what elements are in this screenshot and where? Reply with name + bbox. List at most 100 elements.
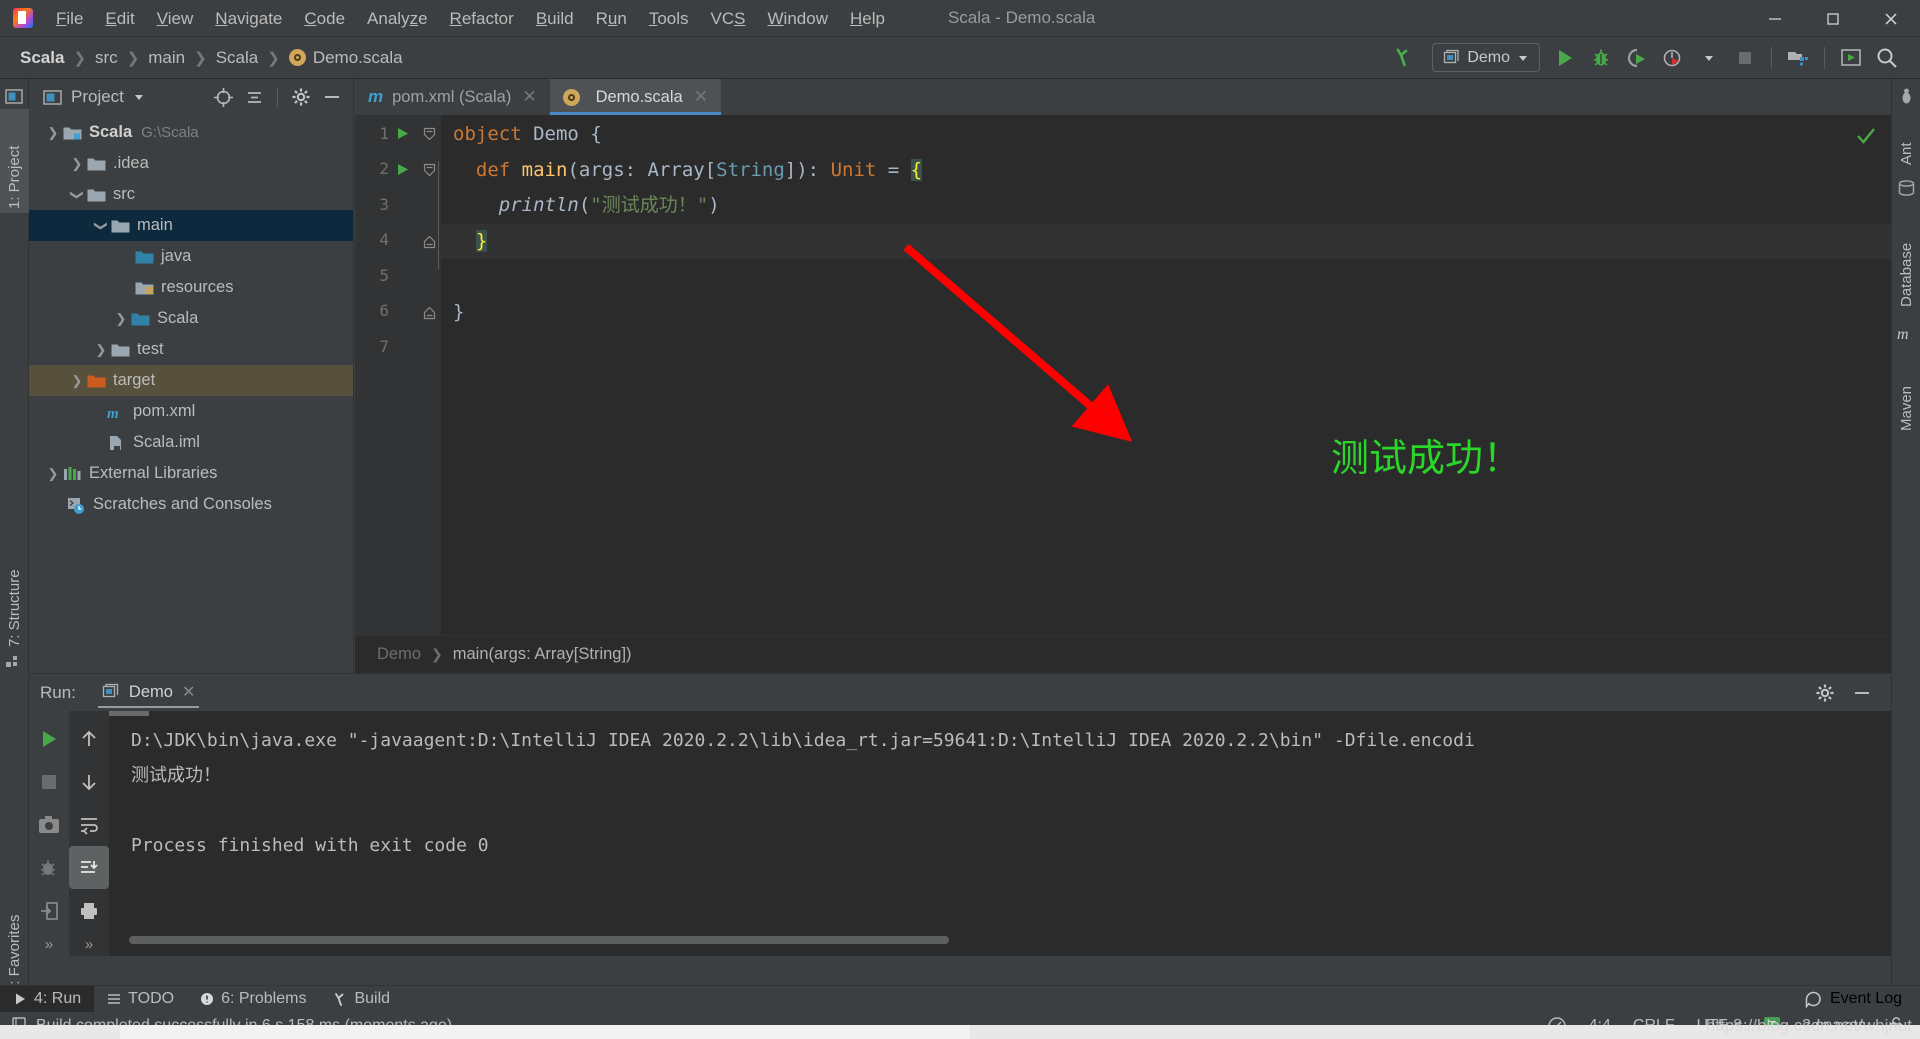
menu-item-refactor[interactable]: Refactor bbox=[439, 6, 525, 31]
menu-item-tools[interactable]: Tools bbox=[638, 6, 700, 31]
gear-icon[interactable] bbox=[287, 84, 314, 111]
chevron-right-icon[interactable]: ❯ bbox=[67, 156, 87, 172]
sidebar-item-database[interactable]: Database bbox=[1892, 201, 1920, 311]
run-with-coverage-button[interactable] bbox=[1620, 41, 1654, 75]
more-actions-icon[interactable]: » bbox=[29, 932, 69, 953]
soft-wrap-icon[interactable] bbox=[69, 803, 109, 846]
tree-node-main[interactable]: ❯ main bbox=[29, 210, 353, 241]
menu-item-build[interactable]: Build bbox=[525, 6, 585, 31]
rerun-icon[interactable] bbox=[29, 717, 69, 760]
menu-item-help[interactable]: Help bbox=[839, 6, 896, 31]
scroll-up-icon[interactable] bbox=[69, 717, 109, 760]
debug-dim-icon[interactable] bbox=[29, 846, 69, 889]
updates-button[interactable] bbox=[1834, 41, 1868, 75]
breadcrumb-item-src[interactable]: src bbox=[95, 48, 118, 68]
menu-item-analyze[interactable]: Analyze bbox=[356, 6, 439, 31]
export-icon[interactable] bbox=[29, 889, 69, 932]
menu-item-view[interactable]: View bbox=[146, 6, 205, 31]
scroll-down-icon[interactable] bbox=[69, 760, 109, 803]
project-view-dropdown-icon[interactable] bbox=[133, 91, 145, 103]
project-structure-button[interactable] bbox=[1781, 41, 1815, 75]
screenshot-icon[interactable] bbox=[29, 803, 69, 846]
bottom-tab-problems[interactable]: 6: Problems bbox=[187, 986, 319, 1013]
code-editor[interactable]: 1 2 3 4 5 6 7 object Demo {def main(arg… bbox=[355, 115, 1891, 635]
console-scroll-indicator[interactable] bbox=[109, 711, 149, 716]
chevron-down-icon[interactable]: ❯ bbox=[93, 216, 109, 236]
more-actions-icon[interactable]: » bbox=[69, 932, 109, 953]
fold-end-icon[interactable] bbox=[423, 307, 436, 320]
tree-node-scala-src[interactable]: ❯ Scala bbox=[29, 303, 353, 334]
run-button[interactable] bbox=[1548, 41, 1582, 75]
chevron-right-icon[interactable]: ❯ bbox=[67, 373, 87, 389]
minimize-button[interactable] bbox=[1746, 0, 1804, 37]
bottom-tab-build[interactable]: Build bbox=[319, 986, 403, 1013]
menu-item-run[interactable]: Run bbox=[585, 6, 638, 31]
stop-button[interactable] bbox=[1728, 41, 1762, 75]
breadcrumb-method[interactable]: main(args: Array[String]) bbox=[453, 645, 632, 664]
close-button[interactable] bbox=[1862, 0, 1920, 37]
bottom-tab-run[interactable]: 4: Run bbox=[0, 985, 95, 1013]
gear-icon[interactable] bbox=[1811, 679, 1838, 706]
menu-item-edit[interactable]: Edit bbox=[94, 6, 145, 31]
sidebar-item-maven[interactable]: Maven bbox=[1892, 349, 1920, 435]
fold-collapse-icon[interactable] bbox=[423, 127, 436, 141]
tree-node-scala-root[interactable]: ❯ Scala G:\Scala bbox=[29, 117, 353, 148]
profiler-button[interactable] bbox=[1656, 41, 1690, 75]
tree-node-scala-iml[interactable]: Scala.iml bbox=[29, 427, 353, 458]
inspection-ok-icon[interactable] bbox=[1855, 125, 1877, 147]
maximize-button[interactable] bbox=[1804, 0, 1862, 37]
chevron-right-icon[interactable]: ❯ bbox=[91, 342, 111, 358]
tree-node-src[interactable]: ❯ src bbox=[29, 179, 353, 210]
editor-gutter[interactable]: 1 2 3 4 5 6 7 bbox=[355, 115, 441, 635]
editor-tab-demo-scala[interactable]: Demo.scala ✕ bbox=[549, 79, 722, 115]
chevron-right-icon[interactable]: ❯ bbox=[43, 466, 63, 482]
code-text[interactable]: object Demo { def main(args: Array[Strin… bbox=[441, 115, 1891, 635]
close-tab-icon[interactable]: ✕ bbox=[522, 87, 536, 107]
tree-node-pom-xml[interactable]: m pom.xml bbox=[29, 396, 353, 427]
collapse-all-icon[interactable] bbox=[241, 84, 268, 111]
breadcrumb-item-project[interactable]: Scala bbox=[20, 48, 64, 68]
hide-panel-icon[interactable] bbox=[318, 84, 345, 111]
sidebar-item-ant[interactable]: Ant bbox=[1892, 109, 1920, 169]
run-gutter-icon[interactable] bbox=[395, 162, 410, 177]
chevron-down-icon[interactable]: ❯ bbox=[69, 185, 85, 205]
bottom-tab-todo[interactable]: TODO bbox=[94, 986, 187, 1013]
chevron-down-icon[interactable]: ❯ bbox=[43, 125, 63, 141]
run-console-output[interactable]: D:\JDK\bin\java.exe "-javaagent:D:\Intel… bbox=[109, 711, 1891, 956]
console-horizontal-scrollbar[interactable] bbox=[129, 936, 949, 944]
print-icon[interactable] bbox=[69, 889, 109, 932]
tree-node-target[interactable]: ❯ target bbox=[29, 365, 353, 396]
scroll-to-end-icon[interactable] bbox=[69, 846, 109, 889]
close-run-tab-icon[interactable]: ✕ bbox=[182, 682, 195, 702]
run-configuration-selector[interactable]: Demo bbox=[1432, 43, 1540, 72]
breadcrumb-object[interactable]: Demo bbox=[377, 645, 421, 664]
tree-node-idea[interactable]: ❯ .idea bbox=[29, 148, 353, 179]
breadcrumb-item-main[interactable]: main bbox=[148, 48, 185, 68]
fold-collapse-icon[interactable] bbox=[423, 163, 436, 177]
breadcrumb-item-scala[interactable]: Scala bbox=[216, 48, 259, 68]
profiler-dropdown-icon[interactable] bbox=[1692, 41, 1726, 75]
menu-item-navigate[interactable]: Navigate bbox=[204, 6, 293, 31]
fold-end-icon[interactable] bbox=[423, 236, 436, 249]
menu-item-code[interactable]: Code bbox=[293, 6, 356, 31]
menu-item-vcs[interactable]: VCS bbox=[700, 6, 757, 31]
menu-item-window[interactable]: Window bbox=[757, 6, 839, 31]
run-gutter-icon[interactable] bbox=[395, 126, 410, 141]
tree-node-external-libraries[interactable]: ❯ External Libraries bbox=[29, 458, 353, 489]
sidebar-item-structure[interactable]: 7: Structure bbox=[0, 535, 29, 651]
tree-node-java[interactable]: java bbox=[29, 241, 353, 272]
sidebar-item-project[interactable]: 1: Project bbox=[0, 109, 29, 213]
sidebar-item-favorites[interactable]: 2: Favorites bbox=[0, 879, 29, 997]
run-tab-demo[interactable]: Demo ✕ bbox=[92, 677, 205, 708]
tree-node-scratches[interactable]: Scratches and Consoles bbox=[29, 489, 353, 520]
debug-button[interactable] bbox=[1584, 41, 1618, 75]
breadcrumb-item-file[interactable]: Demo.scala bbox=[313, 48, 403, 68]
chevron-right-icon[interactable]: ❯ bbox=[111, 311, 131, 327]
stop-icon[interactable] bbox=[29, 760, 69, 803]
locate-target-icon[interactable] bbox=[210, 84, 237, 111]
hide-panel-icon[interactable] bbox=[1848, 679, 1875, 706]
search-everywhere-button[interactable] bbox=[1870, 41, 1904, 75]
menu-item-file[interactable]: File bbox=[45, 6, 94, 31]
event-log-button[interactable]: Event Log bbox=[1805, 990, 1920, 1008]
editor-tab-pom-xml[interactable]: m pom.xml (Scala) ✕ bbox=[355, 79, 550, 115]
